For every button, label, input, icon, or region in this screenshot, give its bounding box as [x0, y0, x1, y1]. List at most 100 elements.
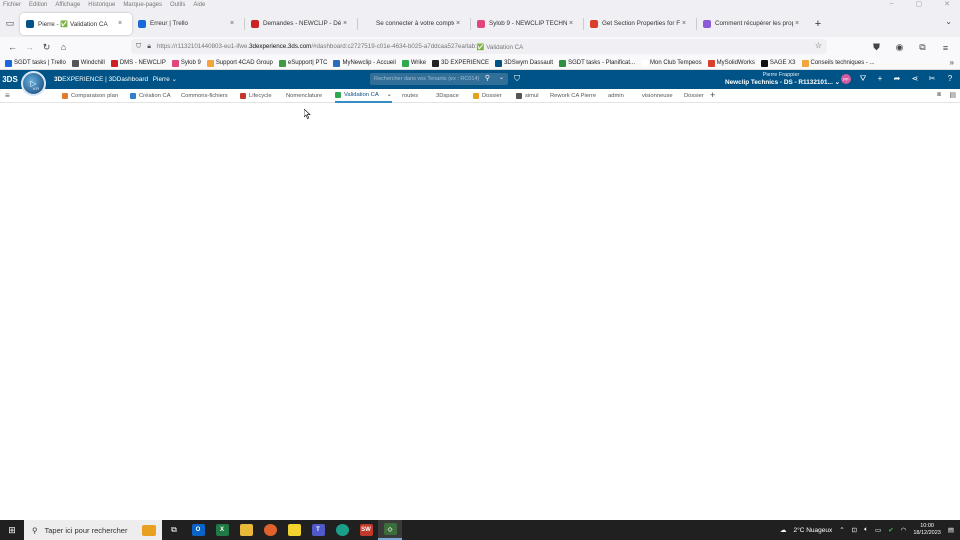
bookmark-item[interactable]: Windchill	[71, 59, 105, 67]
tag-icon[interactable]: ⛉	[514, 74, 520, 84]
avatar[interactable]: PF	[841, 74, 851, 84]
close-tab-icon[interactable]: ×	[116, 20, 124, 27]
add-icon[interactable]: +	[875, 74, 885, 83]
bookmark-item[interactable]: Support 4CAD Group	[206, 59, 273, 67]
share-network-icon[interactable]: ⋖	[910, 74, 920, 83]
menu-outils[interactable]: Outils	[170, 2, 185, 8]
search-options-chevron-icon[interactable]: ⌄	[499, 74, 504, 81]
shield-icon[interactable]: ⛉	[136, 43, 141, 51]
close-tab-icon[interactable]: ×	[680, 20, 688, 27]
close-tab-icon[interactable]: ×	[567, 20, 575, 27]
firefox-icon[interactable]	[258, 520, 282, 540]
3ds-logo-icon[interactable]: 3DS	[2, 72, 18, 86]
windows-start-icon[interactable]: ⊞	[0, 520, 24, 540]
app-search-input[interactable]: Rechercher dans vos Tenants (ex : RC014)…	[370, 73, 508, 85]
menu-aide[interactable]: Aide	[193, 2, 205, 8]
close-tab-icon[interactable]: ×	[228, 20, 236, 27]
user-block[interactable]: Pierre Frappier Newclip Technics - DS - …	[722, 72, 840, 86]
back-arrow-icon[interactable]: ←	[4, 39, 21, 56]
weather-text[interactable]: 2°C Nuageux	[793, 527, 832, 534]
task-view-icon[interactable]: ⧉	[162, 520, 186, 540]
weather-cloud-icon[interactable]: ☁	[780, 526, 787, 534]
close-tab-icon[interactable]: ×	[454, 20, 462, 27]
browser-tab[interactable]: Pierre - ✅ Validation CA ×	[20, 12, 132, 35]
dashboard-menu-icon[interactable]: ≡	[5, 91, 10, 100]
notification-center-icon[interactable]: ▤	[948, 526, 954, 534]
browser-tab[interactable]: Sylob 9 - NEWCLIP TECHNICS×	[471, 13, 583, 35]
share-arrow-icon[interactable]: ➦	[892, 74, 902, 83]
bookmark-item[interactable]: Wrike	[401, 59, 426, 67]
bookmark-item[interactable]: 3DSwym Dassault	[495, 59, 553, 67]
tab-options-chevron-icon[interactable]: ⌄	[387, 92, 392, 98]
new-tab-button[interactable]: +	[809, 18, 827, 30]
dashboard-tab[interactable]: visionneuse	[642, 89, 673, 103]
dashboard-tab[interactable]: admin	[608, 89, 624, 103]
bookmark-item[interactable]: Conseils techniques - ...	[801, 59, 875, 67]
outlook-icon[interactable]: O	[186, 520, 210, 540]
account-icon[interactable]: ◉	[891, 39, 908, 56]
dashboard-tab[interactable]: Rework CA Pierre	[550, 89, 596, 103]
bookmark-item[interactable]: SGDT tasks - Planificat...	[559, 59, 635, 67]
sticky-notes-icon[interactable]	[282, 520, 306, 540]
bookmark-item[interactable]: SGDT tasks | Trello	[5, 59, 66, 67]
dashboard-tab[interactable]: Nomenclature	[286, 89, 322, 103]
extensions-icon[interactable]: ⧉	[914, 39, 931, 56]
network-icon[interactable]: ⊡	[852, 526, 857, 534]
tenant-selector[interactable]: Newclip Technics - DS - R1132101... ⌄	[722, 78, 840, 86]
bookmark-item[interactable]: MyNewclip - Accueil	[333, 59, 396, 67]
close-window-button[interactable]: ✕	[944, 0, 950, 8]
minimize-button[interactable]: –	[890, 0, 894, 8]
teams-icon[interactable]: T	[306, 520, 330, 540]
dashboard-tab[interactable]: Commons-fichiers	[181, 89, 228, 103]
dashboard-tab[interactable]: Création CA	[130, 89, 171, 103]
excel-icon[interactable]: X	[210, 520, 234, 540]
notifications-icon[interactable]: ⛛	[858, 74, 868, 84]
dashboard-tab[interactable]: Comparaison plan	[62, 89, 118, 103]
dashboard-tab[interactable]: simul	[516, 89, 539, 103]
close-tab-icon[interactable]: ×	[793, 20, 801, 27]
tools-icon[interactable]: ✂	[927, 74, 937, 83]
bookmark-item[interactable]: Sylob 9	[171, 59, 201, 67]
reload-icon[interactable]: ↻	[38, 39, 55, 56]
menu-fichier[interactable]: Fichier	[3, 2, 21, 8]
bookmark-item[interactable]: SAGE X3	[760, 59, 796, 67]
browser-tab[interactable]: Demandes - NEWCLIP - Déplo×	[245, 13, 357, 35]
help-icon[interactable]: ?	[945, 74, 955, 83]
search-icon[interactable]: ⚲	[485, 74, 490, 82]
tab-list-button[interactable]: ⌄	[945, 17, 952, 26]
bookmark-item[interactable]: eSupport| PTC	[278, 59, 327, 67]
edge-icon[interactable]	[330, 520, 354, 540]
browser-tab[interactable]: Se connecter à votre compte Wrike×	[358, 13, 470, 35]
url-bar[interactable]: ⛉ 🔒︎ https://r1132101440803-eu1-ifwe. 3de…	[131, 39, 827, 54]
dashboard-tab[interactable]: Dossier	[473, 89, 502, 103]
bookmark-item[interactable]: DMS - NEWCLIP	[110, 59, 166, 67]
security-check-icon[interactable]: ✔	[888, 526, 893, 534]
browser-tab[interactable]: Get Section Properties for Faces×	[584, 13, 696, 35]
close-tab-icon[interactable]: ×	[341, 20, 349, 27]
menu-marque-pages[interactable]: Marque-pages	[123, 2, 162, 8]
tab-overview-icon[interactable]: ▭	[0, 15, 20, 32]
app-menu-icon[interactable]: ≡	[937, 39, 954, 56]
chat-icon[interactable]: ▤	[949, 91, 956, 99]
chevron-up-icon[interactable]: ⌃	[839, 526, 844, 534]
clock[interactable]: 10:00 18/12/2023	[913, 523, 941, 537]
menu-historique[interactable]: Historique	[88, 2, 115, 8]
dashboard-tab[interactable]: routes	[402, 89, 418, 103]
3dexperience-launcher-icon[interactable]: ◇	[378, 520, 402, 540]
lock-icon[interactable]: 🔒︎	[147, 43, 151, 51]
browser-tab[interactable]: Erreur | Trello ×	[132, 13, 244, 35]
layout-icon[interactable]: ⧈	[937, 91, 941, 99]
volume-icon[interactable]: 🔈︎	[864, 526, 868, 534]
file-explorer-icon[interactable]	[234, 520, 258, 540]
bookmarks-more-button[interactable]: »	[950, 58, 954, 67]
dashboard-tab[interactable]: 3Dspace	[436, 89, 459, 103]
menu-edition[interactable]: Edition	[29, 2, 47, 8]
menu-affichage[interactable]: Affichage	[55, 2, 80, 8]
browser-tab[interactable]: Comment récupérer les proprié×	[697, 13, 809, 35]
add-dashboard-tab-button[interactable]: +	[710, 90, 715, 100]
dashboard-owner-dropdown[interactable]: Pierre ⌄	[153, 76, 177, 83]
bookmark-star-icon[interactable]: ☆	[815, 41, 822, 50]
dashboard-tab[interactable]: Validation CA ⌄	[335, 89, 392, 103]
home-icon[interactable]: ⌂	[55, 39, 72, 56]
bookmark-item[interactable]: Mon Club Tempeos	[641, 59, 702, 67]
